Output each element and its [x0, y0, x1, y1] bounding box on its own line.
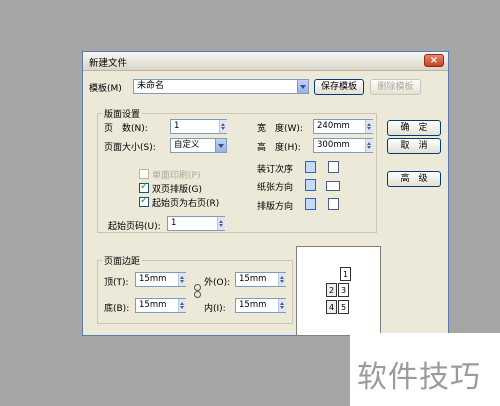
bottom-margin-spinner[interactable]: [178, 299, 186, 312]
width-stepper[interactable]: 240mm: [313, 119, 373, 134]
width-label: 宽 度(W):: [257, 124, 303, 134]
typeset-direction-label: 排版方向: [257, 202, 294, 212]
bottom-margin-label: 底(B):: [104, 304, 130, 314]
height-spinner[interactable]: [365, 139, 373, 152]
template-value: 未命名: [137, 81, 165, 91]
margins-label: 页面边距: [102, 254, 143, 267]
preview-page-5: 5: [338, 300, 349, 314]
start-page-value: 1: [171, 218, 177, 228]
height-value: 300mm: [317, 140, 350, 150]
top-margin-value: 15mm: [139, 274, 167, 284]
page-size-value: 自定义: [174, 140, 200, 150]
pages-spinner[interactable]: [219, 120, 227, 133]
horizontal-text-icon[interactable]: [305, 198, 316, 210]
double-page-label: 双页排版(G): [152, 185, 202, 195]
double-page-checkbox[interactable]: [139, 181, 149, 193]
inner-margin-stepper[interactable]: 15mm: [235, 298, 286, 313]
save-template-button[interactable]: 保存模板: [314, 79, 364, 95]
close-button[interactable]: ×: [424, 54, 444, 67]
start-page-spinner[interactable]: [217, 217, 225, 230]
portrait-icon[interactable]: [305, 179, 316, 191]
watermark-text: 软件技巧: [357, 360, 481, 395]
width-spinner[interactable]: [365, 120, 373, 133]
inner-margin-label: 内(I):: [204, 304, 226, 314]
outer-margin-stepper[interactable]: 15mm: [235, 272, 286, 287]
preview-page-4: 4: [326, 300, 337, 314]
inner-margin-value: 15mm: [239, 300, 267, 310]
link-icon[interactable]: [194, 284, 201, 291]
binding-label: 装订次序: [257, 165, 294, 175]
title-bar[interactable]: 新建文件 ×: [83, 52, 448, 71]
pages-stepper[interactable]: 1: [170, 119, 227, 134]
start-right-label: 起始页为右页(R): [152, 199, 220, 209]
start-page-label: 起始页码(U):: [108, 222, 161, 232]
chevron-down-icon[interactable]: [297, 80, 308, 93]
pages-label: 页 数(N):: [104, 124, 148, 134]
height-label: 高 度(H):: [257, 143, 301, 153]
page-preview: 1 2 3 4 5: [296, 246, 381, 336]
chevron-down-icon[interactable]: [215, 139, 226, 152]
binding-right-icon[interactable]: [328, 161, 339, 173]
link-icon-lower: [194, 291, 201, 298]
vertical-text-icon[interactable]: [328, 198, 339, 210]
width-value: 240mm: [317, 121, 350, 131]
outer-margin-spinner[interactable]: [278, 273, 286, 286]
preview-page-1: 1: [340, 267, 351, 281]
outer-margin-label: 外(O):: [204, 278, 231, 288]
height-stepper[interactable]: 300mm: [313, 138, 373, 153]
new-file-dialog: 新建文件 × 模板(M) 未命名 保存模板 删除模板 版面设置 页 数(N): …: [82, 51, 449, 336]
cancel-button[interactable]: 取 消: [387, 138, 441, 154]
template-label: 模板(M): [89, 84, 122, 94]
start-right-checkbox[interactable]: [139, 195, 149, 207]
page-size-label: 页面大小(S):: [104, 143, 156, 153]
page-size-select[interactable]: 自定义: [170, 138, 227, 153]
dialog-title: 新建文件: [89, 58, 128, 69]
layout-settings-label: 版面设置: [102, 107, 143, 120]
bottom-margin-stepper[interactable]: 15mm: [135, 298, 186, 313]
template-select[interactable]: 未命名: [133, 79, 309, 94]
top-margin-stepper[interactable]: 15mm: [135, 272, 186, 287]
preview-page-3: 3: [338, 283, 349, 297]
paper-orientation-label: 纸张方向: [257, 183, 294, 193]
preview-page-2: 2: [326, 283, 337, 297]
single-side-label: 单面印刷(P): [152, 171, 201, 181]
landscape-icon[interactable]: [326, 181, 340, 191]
delete-template-button: 删除模板: [370, 79, 421, 95]
inner-margin-spinner[interactable]: [278, 299, 286, 312]
advanced-button[interactable]: 高 级: [387, 171, 441, 187]
start-page-stepper[interactable]: 1: [167, 216, 225, 231]
binding-left-icon[interactable]: [305, 161, 316, 173]
top-margin-label: 顶(T):: [104, 278, 129, 288]
outer-margin-value: 15mm: [239, 274, 267, 284]
ok-button[interactable]: 确 定: [387, 120, 441, 136]
top-margin-spinner[interactable]: [178, 273, 186, 286]
pages-value: 1: [174, 121, 180, 131]
bottom-margin-value: 15mm: [139, 300, 167, 310]
single-side-checkbox: [139, 169, 149, 179]
